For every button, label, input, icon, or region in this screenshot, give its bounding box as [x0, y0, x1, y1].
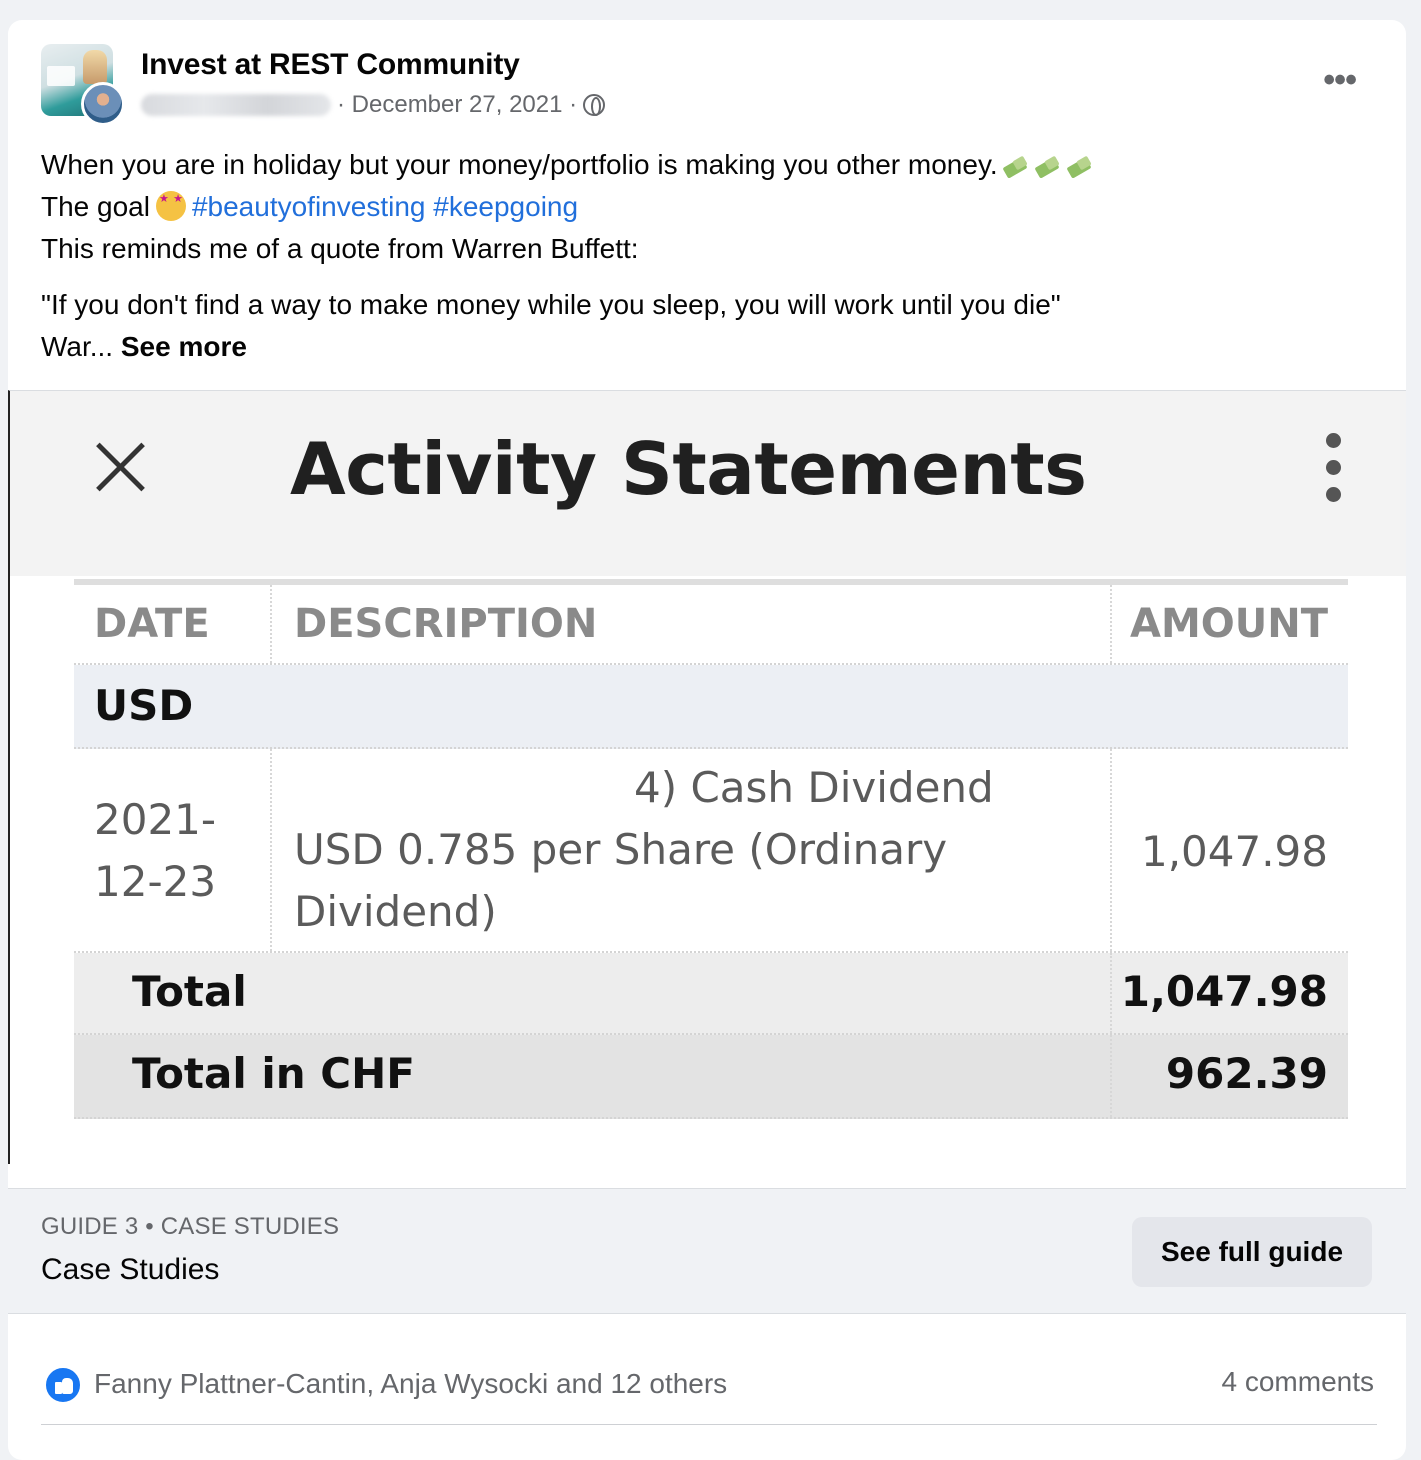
row-amount: 1,047.98 [1110, 749, 1348, 951]
redacted-ticker [294, 774, 634, 808]
post-body: When you are in holiday but your money/p… [41, 144, 1381, 368]
total-chf-value: 962.39 [1110, 1035, 1348, 1117]
post-truncated-text: War... [41, 331, 114, 362]
row-description-visible: 4) Cash Dividend [634, 763, 994, 812]
total-chf-label: Total in CHF [132, 1049, 415, 1098]
post-header: Invest at REST Community · December 27, … [8, 20, 1406, 140]
reaction-names[interactable]: Fanny Plattner-Cantin, Anja Wysocki and … [94, 1368, 727, 1400]
guide-kicker: GUIDE 3 • CASE STUDIES [41, 1213, 340, 1240]
close-icon [92, 439, 148, 495]
like-reaction-icon[interactable] [44, 1366, 82, 1404]
row-date-line-2: 12-23 [94, 857, 217, 906]
post-line-1: When you are in holiday but your money/p… [41, 144, 1381, 186]
group-name-link[interactable]: Invest at REST Community [141, 48, 520, 82]
star-struck-emoji-icon [155, 191, 186, 221]
guide-title[interactable]: Case Studies [41, 1253, 219, 1287]
total-row: Total 1,047.98 [74, 953, 1348, 1035]
author-name-redacted [141, 94, 331, 116]
statement-table: DATE DESCRIPTION AMOUNT USD 2021- 12-23 … [74, 579, 1348, 1119]
post-image[interactable]: Activity Statements DATE DESCRIPTION AMO… [8, 390, 1406, 1164]
row-description-line-2: USD 0.785 per Share (Ordinary [294, 825, 948, 874]
header-description: DESCRIPTION [270, 585, 1110, 663]
see-more-link[interactable]: See more [121, 331, 247, 362]
money-wings-emoji-icon [1002, 156, 1030, 178]
globe-icon [583, 94, 606, 116]
group-avatar[interactable] [41, 44, 125, 126]
row-date-line-1: 2021- [94, 795, 217, 844]
post-meta: · December 27, 2021 · [141, 90, 606, 120]
comment-count-link[interactable]: 4 comments [1222, 1366, 1375, 1398]
post-text-line-3: This reminds me of a quote from Warren B… [41, 233, 639, 264]
statement-title: Activity Statements [290, 427, 1087, 511]
post-text-line-1: When you are in holiday but your money/p… [41, 149, 998, 180]
header-amount: AMOUNT [1110, 585, 1348, 663]
reactions-bar: Fanny Plattner-Cantin, Anja Wysocki and … [8, 1350, 1406, 1420]
statement-app-bar: Activity Statements [10, 391, 1406, 576]
currency-row: USD [74, 665, 1348, 749]
kebab-menu-icon [1326, 433, 1342, 503]
row-description: 4) Cash Dividend USD 0.785 per Share (Or… [270, 749, 1110, 951]
guide-banner: GUIDE 3 • CASE STUDIES Case Studies See … [8, 1188, 1406, 1314]
more-options-icon[interactable]: ••• [1323, 63, 1357, 97]
money-wings-emoji-icon [1034, 156, 1062, 178]
header-date: DATE [94, 601, 210, 647]
post-line-2: The goal #beautyofinvesting #keepgoing [41, 186, 1381, 228]
row-description-line-1: 4) Cash Dividend [294, 757, 1110, 819]
total-value: 1,047.98 [1110, 953, 1348, 1033]
post-card: Invest at REST Community · December 27, … [8, 20, 1406, 1460]
post-text-line-2: The goal [41, 191, 150, 222]
total-chf-row: Total in CHF 962.39 [74, 1035, 1348, 1119]
see-full-guide-button[interactable]: See full guide [1132, 1217, 1372, 1287]
currency-label: USD [94, 681, 194, 730]
table-row: 2021- 12-23 4) Cash Dividend USD 0.785 p… [74, 749, 1348, 953]
post-line-5: War... See more [41, 326, 1381, 368]
hashtag-keepgoing[interactable]: #keepgoing [433, 191, 578, 222]
money-wings-emoji-icon [1066, 156, 1094, 178]
post-date[interactable]: · December 27, 2021 · [337, 91, 577, 119]
author-avatar[interactable] [81, 82, 125, 126]
row-description-line-3: Dividend) [294, 887, 497, 936]
row-date: 2021- 12-23 [74, 749, 270, 951]
post-quote: "If you don't find a way to make money w… [41, 289, 1061, 320]
table-header-row: DATE DESCRIPTION AMOUNT [74, 585, 1348, 665]
divider [41, 1424, 1377, 1425]
hashtag-beautyofinvesting[interactable]: #beautyofinvesting [192, 191, 426, 222]
total-label: Total [132, 967, 247, 1016]
